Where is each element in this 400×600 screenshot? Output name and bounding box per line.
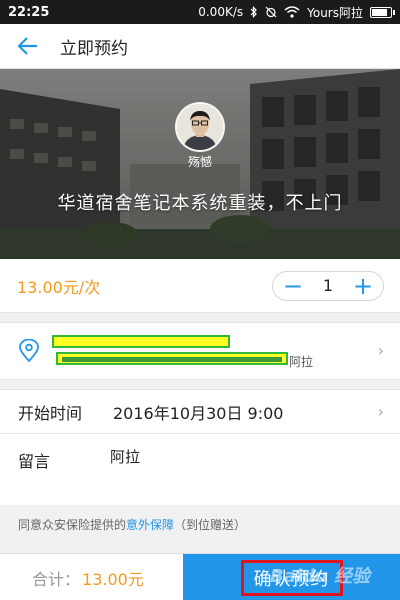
service-banner: 殇憾 华道宿舍笔记本系统重装，不上门 <box>0 69 400 259</box>
price-row: 13.00元/次 − 1 + <box>0 259 400 313</box>
start-time-row[interactable]: 开始时间 2016年10月30日 9:00 › <box>0 390 400 434</box>
confirm-booking-button[interactable]: 确认预约 <box>183 554 400 600</box>
contact-name: 阿拉 <box>289 355 314 369</box>
carrier-name: Yours阿拉 <box>307 5 363 20</box>
wifi-icon <box>284 6 300 18</box>
confirm-booking-label: 确认预约 <box>240 559 343 596</box>
start-time-label: 开始时间 <box>18 403 83 423</box>
service-title: 华道宿舍笔记本系统重装，不上门 <box>57 193 343 214</box>
total-price: 合计： 13.00元 <box>0 554 183 600</box>
status-bar: 22:25 0.00K/s Yours阿拉 <box>0 0 400 24</box>
battery-icon <box>370 6 395 18</box>
chevron-right-icon: › <box>377 341 384 360</box>
insurance-link[interactable]: 意外保障 <box>126 518 174 532</box>
quantity-value: 1 <box>322 276 334 295</box>
message-input[interactable]: 阿拉 <box>110 446 140 467</box>
start-time-value: 2016年10月30日 9:00 <box>113 403 284 423</box>
insurance-note: 同意众安保险提供的意外保障（到位赠送） <box>0 505 400 553</box>
checkout-bar: 合计： 13.00元 确认预约 <box>0 553 400 600</box>
increment-button[interactable]: + <box>353 274 373 298</box>
redacted-address-detail <box>56 352 288 365</box>
nav-bar: 立即预约 <box>0 24 400 69</box>
status-time: 22:25 <box>8 4 50 20</box>
host-avatar[interactable] <box>175 102 225 152</box>
total-label: 合计： <box>32 569 81 589</box>
decrement-button[interactable]: − <box>283 274 303 298</box>
bluetooth-icon <box>250 6 257 18</box>
chevron-right-icon: › <box>377 402 384 421</box>
insurance-prefix: 同意众安保险提供的 <box>18 518 127 532</box>
page-title: 立即预约 <box>60 38 128 59</box>
booking-details: 开始时间 2016年10月30日 9:00 › 留言 阿拉 <box>0 389 400 505</box>
message-row[interactable]: 留言 阿拉 <box>0 434 400 471</box>
status-indicators: 0.00K/s Yours阿拉 <box>198 4 395 21</box>
message-label: 留言 <box>18 452 51 471</box>
insurance-suffix: （到位赠送） <box>174 518 247 532</box>
network-speed: 0.00K/s <box>198 5 244 19</box>
redacted-address-line <box>52 335 230 348</box>
host-name: 殇憾 <box>187 155 212 169</box>
quantity-stepper: − 1 + <box>272 270 384 301</box>
address-selector[interactable]: 阿拉 › <box>0 322 400 380</box>
location-pin-icon <box>19 339 39 363</box>
avatar-photo <box>177 104 223 150</box>
total-amount: 13.00元 <box>82 569 144 589</box>
back-arrow-icon <box>18 37 37 55</box>
unit-price: 13.00元/次 <box>17 277 101 297</box>
back-button[interactable] <box>0 24 56 69</box>
alarm-off-icon <box>265 6 277 18</box>
